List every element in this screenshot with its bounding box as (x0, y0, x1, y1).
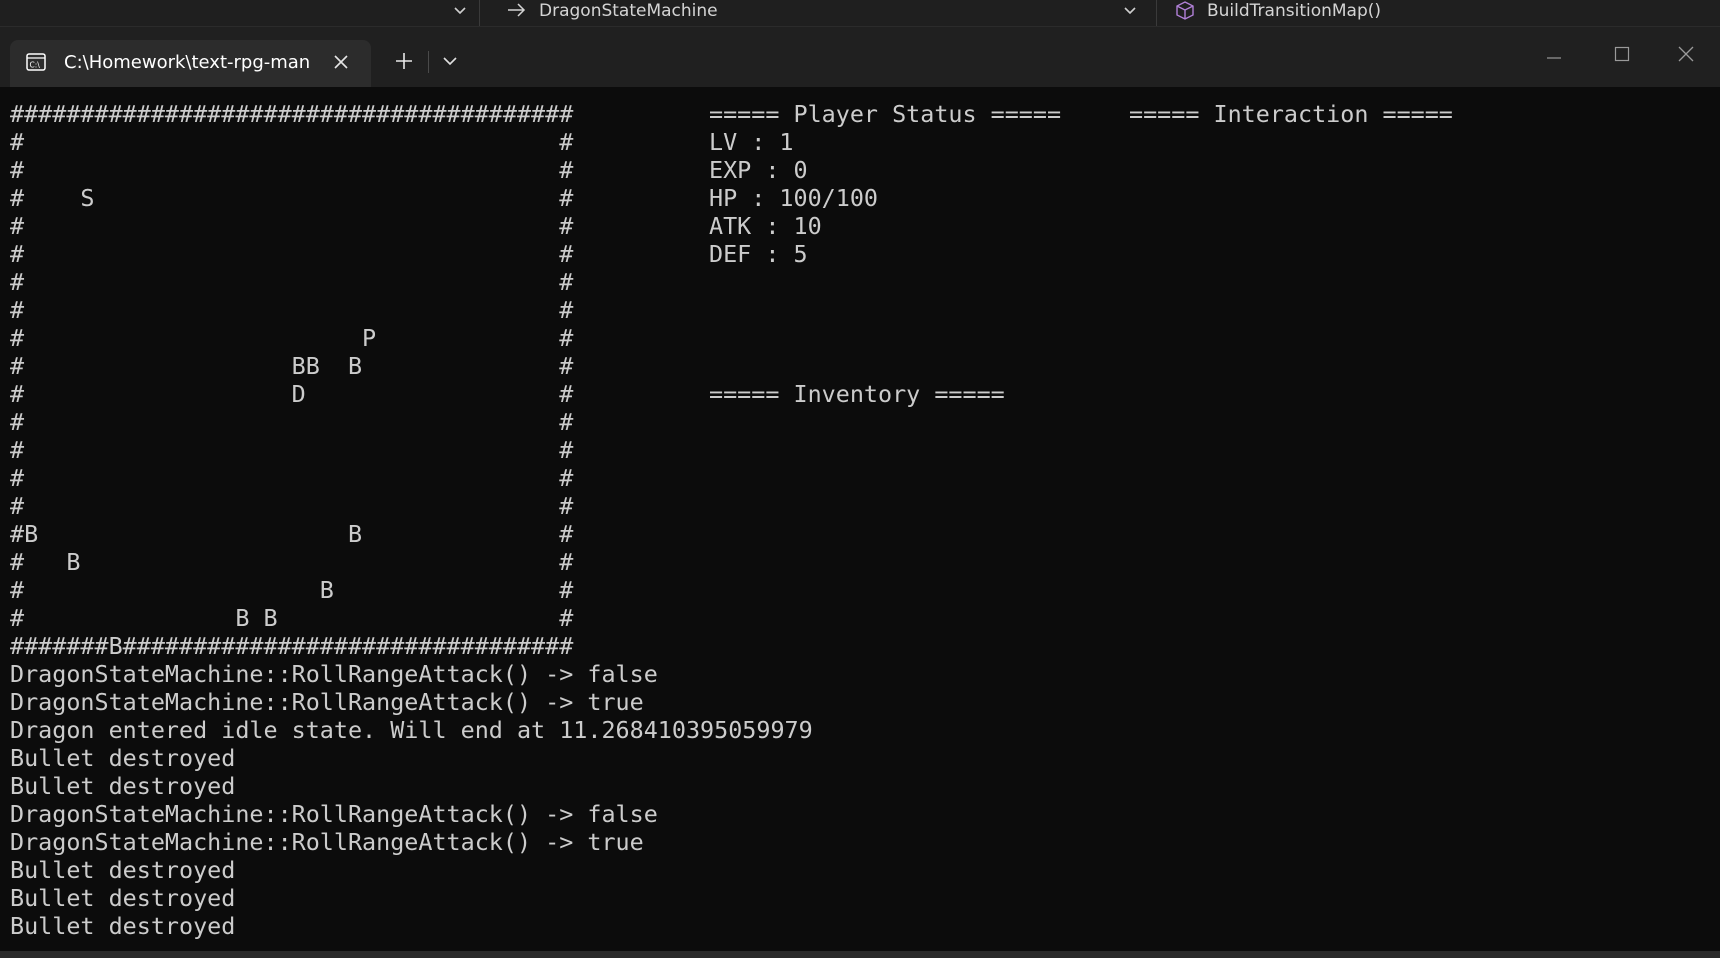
close-icon (1678, 46, 1694, 62)
divider (428, 51, 429, 73)
player-status-panel: ===== Player Status ===== LV : 1 EXP : 0 HP… (709, 100, 1061, 408)
chevron-down-icon[interactable] (1122, 0, 1138, 22)
map-line: # # (10, 212, 574, 240)
map-line: # # (10, 296, 574, 324)
status-line: EXP : 0 (709, 156, 808, 184)
cmd-icon: C:\ (26, 53, 46, 71)
terminal-tab[interactable]: C:\ C:\Homework\text-rpg-man (10, 40, 371, 87)
tab-dropdown-button[interactable] (438, 47, 462, 75)
chevron-down-icon[interactable] (452, 0, 468, 22)
map-line: # # (10, 268, 574, 296)
method-cube-icon (1174, 0, 1196, 26)
log-line: Bullet destroyed (10, 912, 236, 940)
map-line: # S # (10, 184, 574, 212)
map-line: # P # (10, 324, 574, 352)
status-line (709, 352, 1061, 380)
minimize-icon (1547, 57, 1561, 59)
map-line: # # (10, 128, 574, 156)
terminal-title-bar: C:\ C:\Homework\text-rpg-man (0, 27, 1720, 87)
map-line: #B B # (10, 520, 574, 548)
breadcrumb-method[interactable]: BuildTransitionMap() (1207, 0, 1381, 26)
map-line: # # (10, 436, 574, 464)
chevron-down-icon (443, 57, 457, 66)
status-line (709, 296, 1061, 324)
log-line: DragonStateMachine::RollRangeAttack() ->… (10, 660, 658, 688)
status-line: HP : 100/100 (709, 184, 878, 212)
arrow-right-icon (506, 0, 528, 26)
map-line: # # (10, 408, 574, 436)
log-line: DragonStateMachine::RollRangeAttack() ->… (10, 688, 644, 716)
close-icon[interactable] (330, 51, 352, 73)
log-line: Bullet destroyed (10, 884, 236, 912)
status-line (709, 324, 1061, 352)
status-line: DEF : 5 (709, 240, 808, 268)
log-line: DragonStateMachine::RollRangeAttack() ->… (10, 828, 644, 856)
close-window-button[interactable] (1652, 27, 1720, 87)
map-line: ######################################## (10, 100, 574, 128)
minimize-button[interactable] (1520, 27, 1588, 87)
status-line: ===== Player Status ===== (709, 100, 1062, 128)
map-line: # BB B # (10, 352, 574, 380)
log-line: DragonStateMachine::RollRangeAttack() ->… (10, 800, 658, 828)
interaction-header: ===== Interaction ===== (1129, 100, 1453, 128)
map-line: #######B################################ (10, 632, 574, 660)
tab-title: C:\Homework\text-rpg-man (64, 52, 311, 73)
map-line: # B B # (10, 604, 574, 632)
map-line: # D # (10, 380, 574, 408)
map-line: # B # (10, 548, 574, 576)
log-line: Bullet destroyed (10, 772, 236, 800)
window-bottom-edge (0, 951, 1720, 958)
status-line (709, 268, 1061, 296)
divider (479, 0, 480, 26)
log-output: DragonStateMachine::RollRangeAttack() ->… (10, 660, 813, 940)
status-line: ATK : 10 (709, 212, 822, 240)
map-line: # B # (10, 576, 574, 604)
new-tab-button[interactable] (390, 47, 418, 75)
svg-text:C:\: C:\ (30, 61, 41, 70)
divider (1156, 0, 1157, 26)
map-line: # # (10, 464, 574, 492)
map-line: # # (10, 240, 574, 268)
map-line: # # (10, 156, 574, 184)
maximize-button[interactable] (1588, 27, 1656, 87)
editor-navigation-bar: DragonStateMachine BuildTransitionMap() (0, 0, 1720, 27)
game-map: ########################################… (10, 100, 573, 660)
plus-icon (396, 53, 412, 69)
map-line: # # (10, 492, 574, 520)
status-line: ===== Inventory ===== (709, 380, 1005, 408)
maximize-icon (1614, 46, 1630, 62)
log-line: Bullet destroyed (10, 744, 236, 772)
status-line: LV : 1 (709, 128, 794, 156)
breadcrumb-class[interactable]: DragonStateMachine (539, 0, 718, 26)
log-line: Bullet destroyed (10, 856, 236, 884)
log-line: Dragon entered idle state. Will end at 1… (10, 716, 813, 744)
console-output[interactable]: ########################################… (0, 87, 1720, 951)
